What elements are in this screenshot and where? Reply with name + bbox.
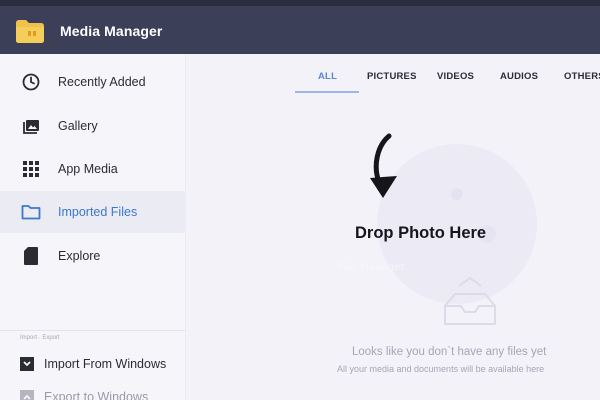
export-icon [18, 388, 36, 400]
empty-state-subtitle: All your media and documents will be ava… [337, 364, 545, 374]
title-bar: Media Manager [0, 6, 600, 54]
import-from-windows-button[interactable]: Import From Windows [0, 349, 186, 379]
sidebar-item-gallery[interactable]: Gallery [0, 105, 186, 147]
export-label: Export to Windows [44, 390, 149, 400]
folder-icon [20, 201, 42, 223]
folder-app-icon [16, 20, 44, 43]
sidebar-item-label: App Media [58, 162, 118, 176]
sd-card-icon [20, 245, 42, 267]
import-label: Import From Windows [44, 357, 167, 371]
sidebar-item-app-media[interactable]: App Media [0, 148, 186, 190]
drop-photo-label: Drop Photo Here [355, 224, 487, 242]
sidebar-item-label: Explore [58, 249, 101, 263]
sidebar-item-imported-files[interactable]: Imported Files [0, 191, 186, 233]
arrow-down-icon [370, 133, 397, 198]
app-title: Media Manager [60, 23, 163, 39]
export-to-windows-button[interactable]: Export to Windows [0, 382, 186, 400]
gallery-icon [20, 115, 42, 137]
content-area[interactable]: ALL PICTURES VIDEOS AUDIOS OTHERS Drop P… [187, 54, 600, 400]
grid-icon [20, 158, 42, 180]
watermark-text: File Manager [337, 262, 406, 273]
sidebar-item-recently-added[interactable]: Recently Added [0, 61, 186, 103]
import-icon [18, 355, 36, 373]
section-label: Import · Export [20, 335, 60, 341]
sidebar-item-label: Recently Added [58, 75, 146, 89]
sidebar-item-label: Imported Files [58, 205, 138, 219]
sidebar: Recently Added Gallery App Media Importe… [0, 54, 186, 400]
sidebar-item-explore[interactable]: Explore [0, 235, 186, 277]
sidebar-item-label: Gallery [58, 119, 98, 133]
clock-icon [20, 71, 42, 93]
sidebar-divider [0, 330, 186, 331]
empty-state-title: Looks like you don`t have any files yet [352, 346, 547, 358]
